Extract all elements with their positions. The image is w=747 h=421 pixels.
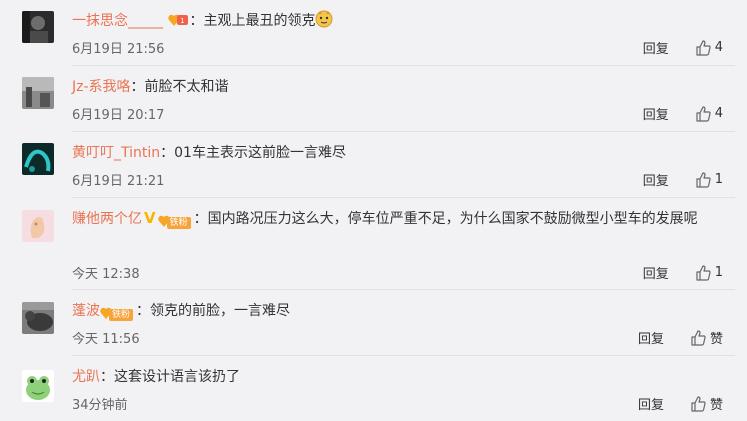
reply-button[interactable]: 回复 <box>638 394 664 413</box>
username[interactable]: 尤趴 <box>72 369 100 385</box>
comment-time: 6月19日 21:56 <box>72 42 165 57</box>
fan-badge[interactable]: 铁粉 <box>157 211 194 229</box>
comment-text: 01车主表示这前脸一言难尽 <box>174 145 346 161</box>
comment-separator: ： <box>130 79 145 95</box>
reply-button[interactable]: 回复 <box>643 104 669 123</box>
comment-separator: ： <box>193 211 208 227</box>
thumbs-up-icon <box>696 264 711 281</box>
avatar[interactable] <box>22 370 54 402</box>
comment-item: 一抹思念_____ 1 ：主观上最丑的领克 6月19日 21:56 回复 4 <box>0 0 747 66</box>
fan-badge[interactable]: 铁粉 <box>100 303 136 321</box>
verified-v-icon[interactable]: V <box>144 209 156 227</box>
like-button[interactable]: 4 <box>695 39 723 56</box>
like-button[interactable]: 1 <box>695 264 723 281</box>
comment-separator: ： <box>189 13 204 29</box>
reply-button[interactable]: 回复 <box>643 170 669 189</box>
like-label: 赞 <box>709 398 723 413</box>
comment-time: 今天 11:56 <box>72 332 140 347</box>
comment-item: 赚他两个亿 V 铁粉 ：国内路况压力这么大，停车位严重不足，为什么国家不鼓励微型小型车… <box>0 198 747 290</box>
username[interactable]: 一抹思念_____ <box>72 13 163 29</box>
like-count: 1 <box>714 172 723 187</box>
like-button[interactable]: 4 <box>695 105 723 122</box>
comment-text: 国内路况压力这么大，停车位严重不足，为什么国家不鼓励微型小型车的发展呢 <box>207 211 698 227</box>
comment-separator: ： <box>136 303 151 319</box>
like-button[interactable]: 赞 <box>690 328 723 347</box>
comment-time: 6月19日 20:17 <box>72 108 165 123</box>
comment-item: 尤趴：这套设计语言该扔了 34分钟前 回复 赞 <box>0 356 747 421</box>
username[interactable]: Jz-系我咯 <box>72 79 131 95</box>
avatar[interactable] <box>22 210 54 242</box>
comment-time: 34分钟前 <box>72 398 128 413</box>
doge-icon <box>315 10 333 28</box>
username[interactable]: 黄叮叮_Tintin <box>72 145 160 161</box>
svg-text:1: 1 <box>181 17 185 25</box>
reply-button[interactable]: 回复 <box>643 38 669 57</box>
avatar[interactable] <box>22 143 54 175</box>
thumbs-up-icon <box>696 39 711 56</box>
avatar[interactable] <box>22 77 54 109</box>
comment-item: Jz-系我咯：前脸不太和谐 6月19日 20:17 回复 4 <box>0 66 747 132</box>
like-label: 赞 <box>709 332 723 347</box>
like-button[interactable]: 1 <box>695 171 723 188</box>
comment-time: 今天 12:38 <box>72 267 140 282</box>
comment-text: 主观上最丑的领克 <box>203 13 316 29</box>
avatar[interactable] <box>22 11 54 43</box>
heart-badge-icon[interactable]: 1 <box>167 12 189 28</box>
comment-item: 蓬波 铁粉 ：领克的前脸，一言难尽 今天 11:56 回复 赞 <box>0 290 747 356</box>
comment-text: 这套设计语言该扔了 <box>114 369 240 385</box>
reply-button[interactable]: 回复 <box>638 328 664 347</box>
thumbs-up-icon <box>691 329 706 346</box>
thumbs-up-icon <box>691 395 706 412</box>
comment-time: 6月19日 21:21 <box>72 174 165 189</box>
comment-separator: ： <box>100 369 114 385</box>
avatar[interactable] <box>22 302 54 334</box>
comment-item: 黄叮叮_Tintin：01车主表示这前脸一言难尽 6月19日 21:21 回复 … <box>0 132 747 198</box>
username[interactable]: 蓬波 <box>72 303 100 319</box>
username[interactable]: 赚他两个亿 <box>72 211 142 227</box>
reply-button[interactable]: 回复 <box>643 263 669 282</box>
like-count: 1 <box>714 265 723 280</box>
thumbs-up-icon <box>696 171 711 188</box>
like-count: 4 <box>714 40 723 55</box>
thumbs-up-icon <box>696 105 711 122</box>
comment-text: 前脸不太和谐 <box>144 79 229 95</box>
comment-list: 一抹思念_____ 1 ：主观上最丑的领克 6月19日 21:56 回复 4 J… <box>0 0 747 421</box>
comment-separator: ： <box>160 145 175 161</box>
comment-text: 领克的前脸，一言难尽 <box>150 303 291 319</box>
like-count: 4 <box>714 106 723 121</box>
like-button[interactable]: 赞 <box>690 394 723 413</box>
